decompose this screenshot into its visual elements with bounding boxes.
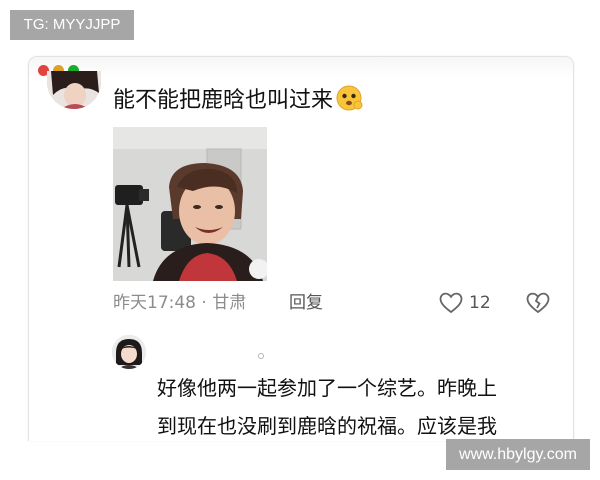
comment-photo[interactable] bbox=[113, 127, 267, 281]
window-titlebar bbox=[29, 57, 573, 79]
reply-button[interactable]: 回复 bbox=[289, 290, 323, 316]
reply-line-2: 到现在也没刷到鹿晗的祝福。应该是我 bbox=[157, 414, 497, 438]
reply-text: 好像他两一起参加了一个综艺。昨晚上 到现在也没刷到鹿晗的祝福。应该是我 bbox=[157, 369, 557, 441]
comment-window: 能不能把鹿晗也叫过来 昨天17:48 · 甘肃 回复 12 好像他两一起参加了一… bbox=[28, 56, 574, 441]
thinking-face-emoji bbox=[335, 84, 363, 112]
comment-time-location: 昨天17:48 · 甘肃 bbox=[113, 293, 247, 313]
reply-line-1: 好像他两一起参加了一个综艺。昨晚上 bbox=[157, 376, 497, 400]
watermark-bottom-right: www.hbylgy.com bbox=[446, 439, 590, 470]
watermark-top-left: TG: MYYJJPP bbox=[10, 10, 134, 40]
like-count: 12 bbox=[469, 293, 491, 313]
broken-heart-icon bbox=[526, 292, 550, 314]
dislike-button[interactable] bbox=[526, 292, 550, 322]
heart-outline-icon bbox=[439, 292, 463, 314]
commenter-avatar[interactable] bbox=[47, 71, 101, 109]
comment-text: 能不能把鹿晗也叫过来 bbox=[113, 83, 363, 119]
divider-dot bbox=[258, 353, 264, 359]
reply-avatar[interactable] bbox=[112, 335, 146, 369]
comment-meta: 昨天17:48 · 甘肃 回复 12 bbox=[113, 290, 553, 316]
